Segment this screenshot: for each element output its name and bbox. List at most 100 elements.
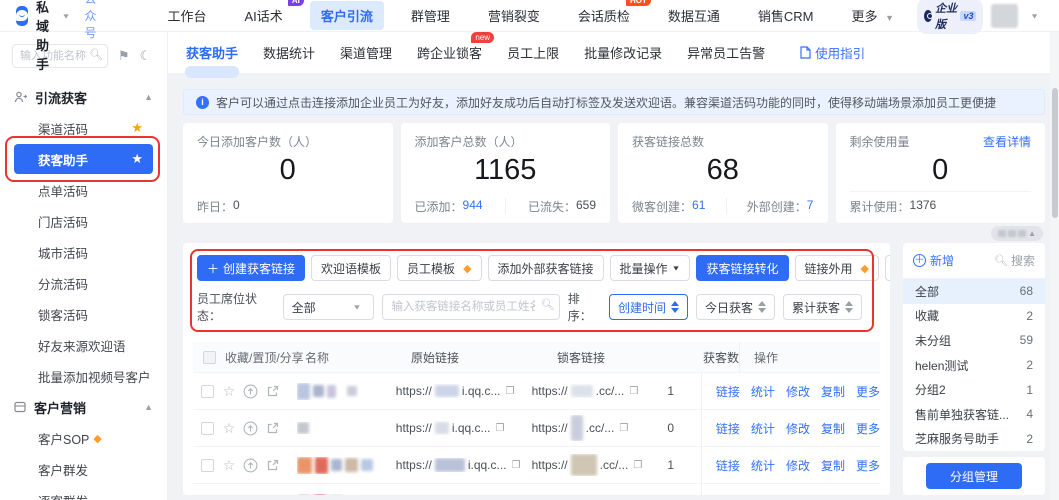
nav-item-ai-script[interactable]: AI话术AI xyxy=(234,1,294,30)
action-stats[interactable]: 统计 xyxy=(751,494,775,496)
star-icon[interactable]: ☆ xyxy=(223,458,236,472)
favorite-star-icon[interactable]: ★ xyxy=(131,120,143,136)
pin-top-icon[interactable] xyxy=(243,495,258,496)
added-count-link[interactable]: 944 xyxy=(463,198,483,215)
add-group-button[interactable]: ＋新增 xyxy=(913,252,954,269)
tab-data-statistics[interactable]: 数据统计 xyxy=(263,40,315,65)
nav-item-data-exchange[interactable]: 数据互通 xyxy=(657,1,731,30)
copy-icon[interactable]: ❐ xyxy=(633,460,642,471)
add-external-link-button[interactable]: 添加外部获客链接 xyxy=(488,255,604,281)
group-item-favorites[interactable]: 收藏2 xyxy=(903,304,1045,329)
sidebar-section-marketing[interactable]: 客户营销 ▲ xyxy=(0,392,167,422)
user-avatar[interactable] xyxy=(991,4,1018,28)
action-copy[interactable]: 复制 xyxy=(821,420,845,437)
copy-icon[interactable]: ❐ xyxy=(629,386,638,397)
nav-item-more[interactable]: 更多 ▼ xyxy=(841,1,910,30)
action-modify[interactable]: 修改 xyxy=(786,494,810,496)
row-checkbox[interactable] xyxy=(201,385,214,398)
sidebar-item-order-qr[interactable]: 点单活码 xyxy=(14,175,153,205)
sort-today-button[interactable]: 今日获客 xyxy=(696,294,775,320)
favorite-star-icon[interactable]: ★ xyxy=(131,151,143,167)
sidebar-item-per-customer-broadcast[interactable]: 逐客群发 xyxy=(14,485,153,500)
pin-top-icon[interactable] xyxy=(243,384,258,399)
sidebar-item-channel-qr[interactable]: 渠道活码 ★ xyxy=(14,113,153,143)
action-copy[interactable]: 复制 xyxy=(821,383,845,400)
sidebar-item-city-qr[interactable]: 城市活码 xyxy=(14,237,153,267)
share-metrics-button[interactable]: 分享指标 xyxy=(885,255,890,281)
action-copy[interactable]: 复制 xyxy=(821,494,845,496)
sidebar-item-store-qr[interactable]: 门店活码 xyxy=(14,206,153,236)
select-all-checkbox[interactable] xyxy=(203,351,216,364)
nav-item-group-management[interactable]: 群管理 xyxy=(400,1,461,30)
share-icon[interactable] xyxy=(266,384,280,398)
row-checkbox[interactable] xyxy=(201,422,214,435)
copy-icon[interactable]: ❐ xyxy=(512,460,521,471)
group-item-group2[interactable]: 分组21 xyxy=(903,377,1045,402)
account-type-link[interactable]: 公众号 xyxy=(84,0,96,41)
usage-guide-link[interactable]: 使用指引 xyxy=(800,43,865,62)
group-item-all[interactable]: 全部68 xyxy=(903,279,1045,304)
action-stats[interactable]: 统计 xyxy=(751,420,775,437)
action-link[interactable]: 链接 xyxy=(716,457,740,474)
sort-create-time-button[interactable]: 创建时间 xyxy=(609,294,688,320)
action-link[interactable]: 链接 xyxy=(716,494,740,496)
sort-total-button[interactable]: 累计获客 xyxy=(783,294,862,320)
pin-top-icon[interactable] xyxy=(243,458,258,473)
group-manage-button[interactable]: 分组管理 xyxy=(926,463,1022,489)
nav-item-marketing-fission[interactable]: 营销裂变 xyxy=(477,1,551,30)
sidebar-item-lock-qr[interactable]: 锁客活码 xyxy=(14,299,153,329)
pin-top-icon[interactable] xyxy=(243,421,258,436)
sidebar-item-acquisition-assistant[interactable]: 获客助手 ★ xyxy=(14,144,153,174)
sidebar-item-split-qr[interactable]: 分流活码 xyxy=(14,268,153,298)
group-item-service-assistant[interactable]: 芝麻服务号助手2 xyxy=(903,426,1045,451)
collapse-panel-icon[interactable]: ⚑︎ xyxy=(118,48,130,64)
staff-template-button[interactable]: 员工模板◆ xyxy=(397,255,481,281)
copy-icon[interactable]: ❐ xyxy=(506,386,515,397)
row-checkbox[interactable] xyxy=(201,459,214,472)
copy-icon[interactable]: ❐ xyxy=(619,423,628,434)
group-item-ungrouped[interactable]: 未分组59 xyxy=(903,328,1045,353)
sidebar-item-friend-source-welcome[interactable]: 好友来源欢迎语 xyxy=(14,330,153,360)
action-modify[interactable]: 修改 xyxy=(786,383,810,400)
action-link[interactable]: 链接 xyxy=(716,420,740,437)
link-external-use-button[interactable]: 链接外用◆ xyxy=(795,255,879,281)
wei-created-link[interactable]: 61 xyxy=(692,198,705,215)
action-more[interactable]: 更多 xyxy=(856,457,880,474)
link-search-input[interactable] xyxy=(382,294,559,320)
external-created-link[interactable]: 7 xyxy=(807,198,814,215)
tab-staff-limit[interactable]: 员工上限 xyxy=(507,40,559,65)
nav-item-chat-inspection[interactable]: 会话质检HOT xyxy=(567,1,641,30)
copy-icon[interactable]: ❐ xyxy=(496,423,505,434)
seat-status-select[interactable]: 全部▼ xyxy=(283,294,375,320)
scrollbar-thumb[interactable] xyxy=(1052,88,1058,218)
nav-item-sales-crm[interactable]: 销售CRM xyxy=(747,1,825,30)
tab-batch-modify-records[interactable]: 批量修改记录 xyxy=(584,40,662,65)
group-item-presale[interactable]: 售前单独获客链...4 xyxy=(903,402,1045,427)
sidebar-item-customer-broadcast[interactable]: 客户群发 xyxy=(14,454,153,484)
action-stats[interactable]: 统计 xyxy=(751,457,775,474)
sidebar-item-customer-sop[interactable]: 客户SOP ◆ xyxy=(14,423,153,453)
action-more[interactable]: 更多 xyxy=(856,494,880,496)
sidebar-section-acquisition[interactable]: 引流获客 ▲ xyxy=(0,82,167,112)
action-modify[interactable]: 修改 xyxy=(786,420,810,437)
share-icon[interactable] xyxy=(266,421,280,435)
link-conversion-button[interactable]: 获客链接转化 xyxy=(696,255,788,281)
action-more[interactable]: 更多 xyxy=(856,420,880,437)
view-details-link[interactable]: 查看详情 xyxy=(983,133,1031,150)
create-link-button[interactable]: ＋创建获客链接 xyxy=(197,255,305,281)
sidebar-item-batch-add-channels[interactable]: 批量添加视频号客户 xyxy=(14,361,153,391)
action-copy[interactable]: 复制 xyxy=(821,457,845,474)
account-chevron-down-icon[interactable]: ▼ xyxy=(1030,12,1039,20)
action-modify[interactable]: 修改 xyxy=(786,457,810,474)
share-icon[interactable] xyxy=(266,458,280,472)
action-link[interactable]: 链接 xyxy=(716,383,740,400)
welcome-template-button[interactable]: 欢迎语模板 xyxy=(311,255,391,281)
group-item-helen-test[interactable]: helen测试2 xyxy=(903,353,1045,378)
tab-cross-enterprise-lock[interactable]: 跨企业锁客 new xyxy=(417,40,482,65)
app-title[interactable]: 芝麻私域助手 xyxy=(36,0,58,73)
tab-abnormal-staff-alert[interactable]: 异常员工告警 xyxy=(687,40,765,65)
moon-icon[interactable]: ☾ xyxy=(140,48,152,64)
tab-channel-management[interactable]: 渠道管理 xyxy=(340,40,392,65)
group-search-button[interactable]: 🔍︎搜索 xyxy=(994,252,1035,269)
star-icon[interactable]: ☆ xyxy=(223,384,236,398)
